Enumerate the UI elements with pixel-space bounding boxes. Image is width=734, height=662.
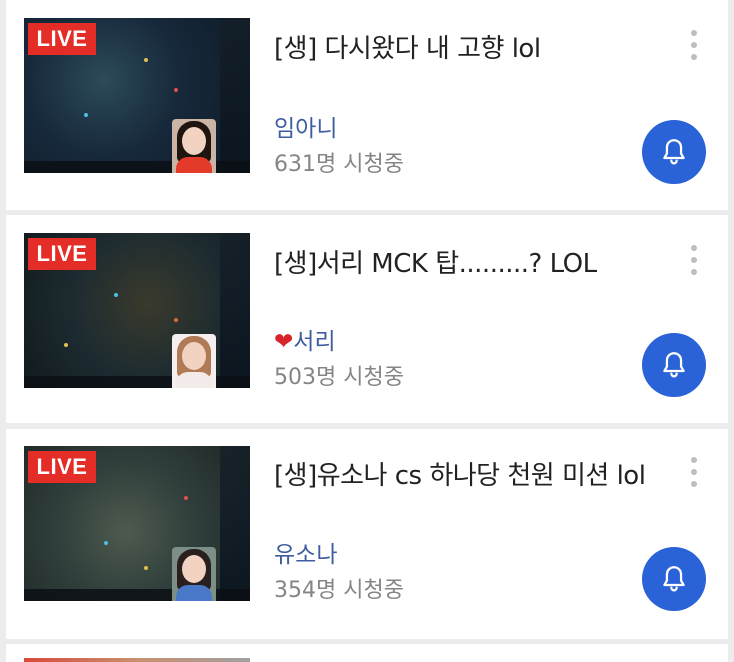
viewer-count: 354명 시청중 (274, 578, 404, 603)
game-hud (220, 446, 250, 601)
live-badge: LIVE (28, 451, 96, 483)
notification-bell-button[interactable] (642, 547, 706, 611)
stream-title[interactable]: [생]유소나 cs 하나당 천원 미션 lol (274, 457, 654, 495)
viewer-count: 631명 시청중 (274, 152, 404, 177)
more-vertical-icon[interactable] (690, 457, 698, 487)
stream-card[interactable]: LIVE [생]유소나 cs 하나당 천원 미션 lol 유소나 354명 시청… (6, 429, 728, 639)
channel-name[interactable]: ❤서리 (274, 327, 336, 357)
stream-title[interactable]: [생] 다시왔다 내 고향 lol (274, 30, 654, 68)
bell-icon (663, 566, 685, 592)
viewer-count: 503명 시청중 (274, 365, 404, 390)
heart-icon: ❤ (274, 329, 294, 355)
streamer-webcam (172, 119, 216, 173)
more-vertical-icon[interactable] (690, 30, 698, 60)
stream-card-partial[interactable] (6, 644, 728, 662)
streamer-webcam (172, 547, 216, 601)
stream-thumbnail[interactable]: LIVE (24, 18, 250, 173)
live-badge: LIVE (28, 23, 96, 55)
stream-thumbnail[interactable]: LIVE (24, 446, 250, 601)
game-hud (220, 18, 250, 173)
game-hud-bar (24, 589, 250, 601)
stream-card[interactable]: LIVE [생]서리 MCK 탑.........? LOL ❤서리 503명 … (6, 215, 728, 423)
streamer-webcam (172, 334, 216, 388)
notification-bell-button[interactable] (642, 120, 706, 184)
bell-icon (663, 139, 685, 165)
notification-bell-button[interactable] (642, 333, 706, 397)
stream-title[interactable]: [생]서리 MCK 탑.........? LOL (274, 245, 654, 283)
stream-thumbnail[interactable]: LIVE (24, 233, 250, 388)
live-badge: LIVE (28, 238, 96, 270)
channel-name[interactable]: 임아니 (274, 114, 337, 144)
more-vertical-icon[interactable] (690, 245, 698, 275)
game-hud-bar (24, 161, 250, 173)
game-hud-bar (24, 376, 250, 388)
game-hud (220, 233, 250, 388)
stream-thumbnail[interactable] (24, 658, 250, 662)
live-stream-list: LIVE [생] 다시왔다 내 고향 lol 임아니 631명 시청중 LIVE… (0, 0, 734, 662)
channel-name[interactable]: 유소나 (274, 540, 337, 570)
stream-card[interactable]: LIVE [생] 다시왔다 내 고향 lol 임아니 631명 시청중 (6, 0, 728, 210)
bell-icon (663, 352, 685, 378)
